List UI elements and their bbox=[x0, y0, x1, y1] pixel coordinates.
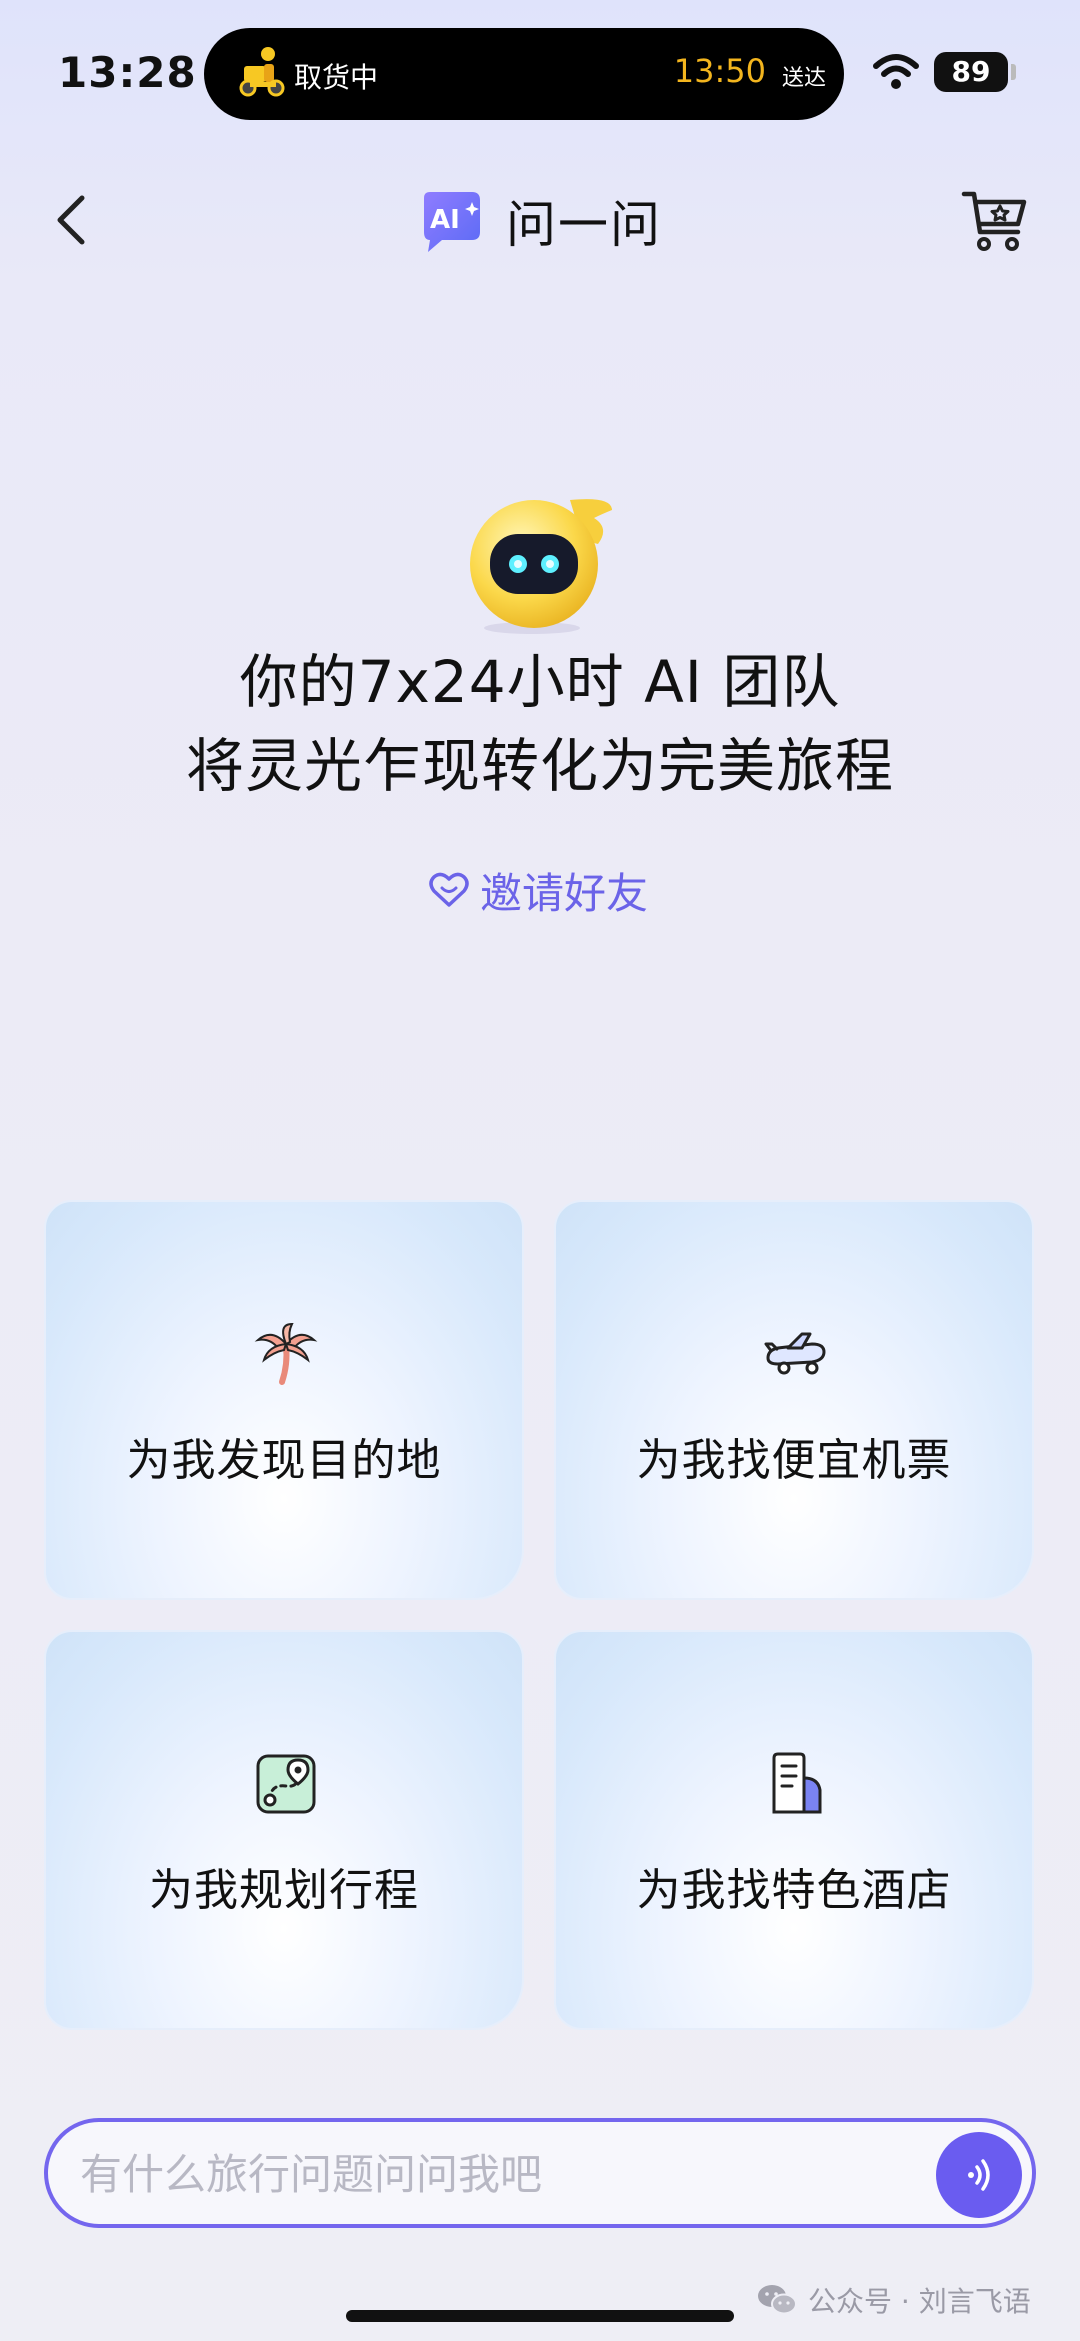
delivery-rider-icon bbox=[239, 47, 285, 97]
order-status-text: 取货中 bbox=[294, 61, 379, 94]
hero-line-1: 你的7x24小时 AI 团队 bbox=[239, 648, 841, 716]
card-label: 为我找特色酒店 bbox=[636, 1865, 952, 1916]
nav-bar: AI 问一问 bbox=[0, 170, 1080, 270]
watermark-text: 公众号 · 刘言飞语 bbox=[808, 2285, 1031, 2318]
eta-time: 13:50 bbox=[673, 52, 766, 90]
card-label: 为我找便宜机票 bbox=[636, 1435, 952, 1486]
ai-chat-badge-icon: AI bbox=[424, 192, 480, 252]
cheap-flights-card[interactable]: 为我找便宜机票 bbox=[554, 1200, 1034, 1600]
heart-icon bbox=[429, 872, 469, 907]
palm-tree-icon bbox=[254, 1322, 318, 1385]
special-hotels-card[interactable]: 为我找特色酒店 bbox=[554, 1630, 1034, 2030]
plan-itinerary-card[interactable]: 为我规划行程 bbox=[44, 1630, 524, 2030]
page-title: 问一问 bbox=[506, 196, 662, 254]
robot-mascot-icon bbox=[470, 499, 612, 634]
chat-input-bar bbox=[44, 2118, 1036, 2228]
hero-line-2: 将灵光乍现转化为完美旅程 bbox=[185, 732, 894, 800]
invite-friends-label: 邀请好友 bbox=[480, 868, 649, 918]
dynamic-island[interactable]: 取货中 13:50 送达 bbox=[204, 28, 844, 120]
voice-wave-icon bbox=[968, 2159, 990, 2191]
battery-cap bbox=[1011, 64, 1016, 80]
shopping-cart-icon[interactable] bbox=[960, 186, 1030, 256]
battery-indicator: 89 bbox=[934, 52, 1008, 92]
wechat-icon bbox=[758, 2285, 797, 2315]
chat-input[interactable] bbox=[78, 2144, 902, 2204]
watermark: 公众号 · 刘言飞语 bbox=[756, 2280, 1031, 2320]
status-bar: 13:28 取货中 13:50 送达 89 bbox=[0, 0, 1080, 150]
eta-label: 送达 bbox=[781, 66, 826, 91]
wifi-icon bbox=[873, 54, 919, 89]
hotel-icon bbox=[772, 1752, 822, 1814]
plane-icon bbox=[764, 1332, 826, 1375]
discover-destination-card[interactable]: 为我发现目的地 bbox=[44, 1200, 524, 1600]
back-chevron-icon[interactable] bbox=[46, 190, 96, 250]
home-indicator[interactable] bbox=[346, 2310, 734, 2322]
voice-input-button[interactable] bbox=[936, 2132, 1022, 2218]
route-map-icon bbox=[256, 1754, 316, 1814]
svg-text:AI: AI bbox=[430, 205, 460, 235]
card-label: 为我发现目的地 bbox=[126, 1435, 442, 1486]
status-time: 13:28 bbox=[58, 48, 197, 97]
hero-headline: 你的7x24小时 AI 团队 将灵光乍现转化为完美旅程 bbox=[0, 640, 1080, 808]
invite-friends-link[interactable]: 邀请好友 bbox=[428, 860, 648, 920]
page-title-group: AI 问一问 bbox=[418, 186, 662, 256]
card-label: 为我规划行程 bbox=[149, 1865, 419, 1916]
